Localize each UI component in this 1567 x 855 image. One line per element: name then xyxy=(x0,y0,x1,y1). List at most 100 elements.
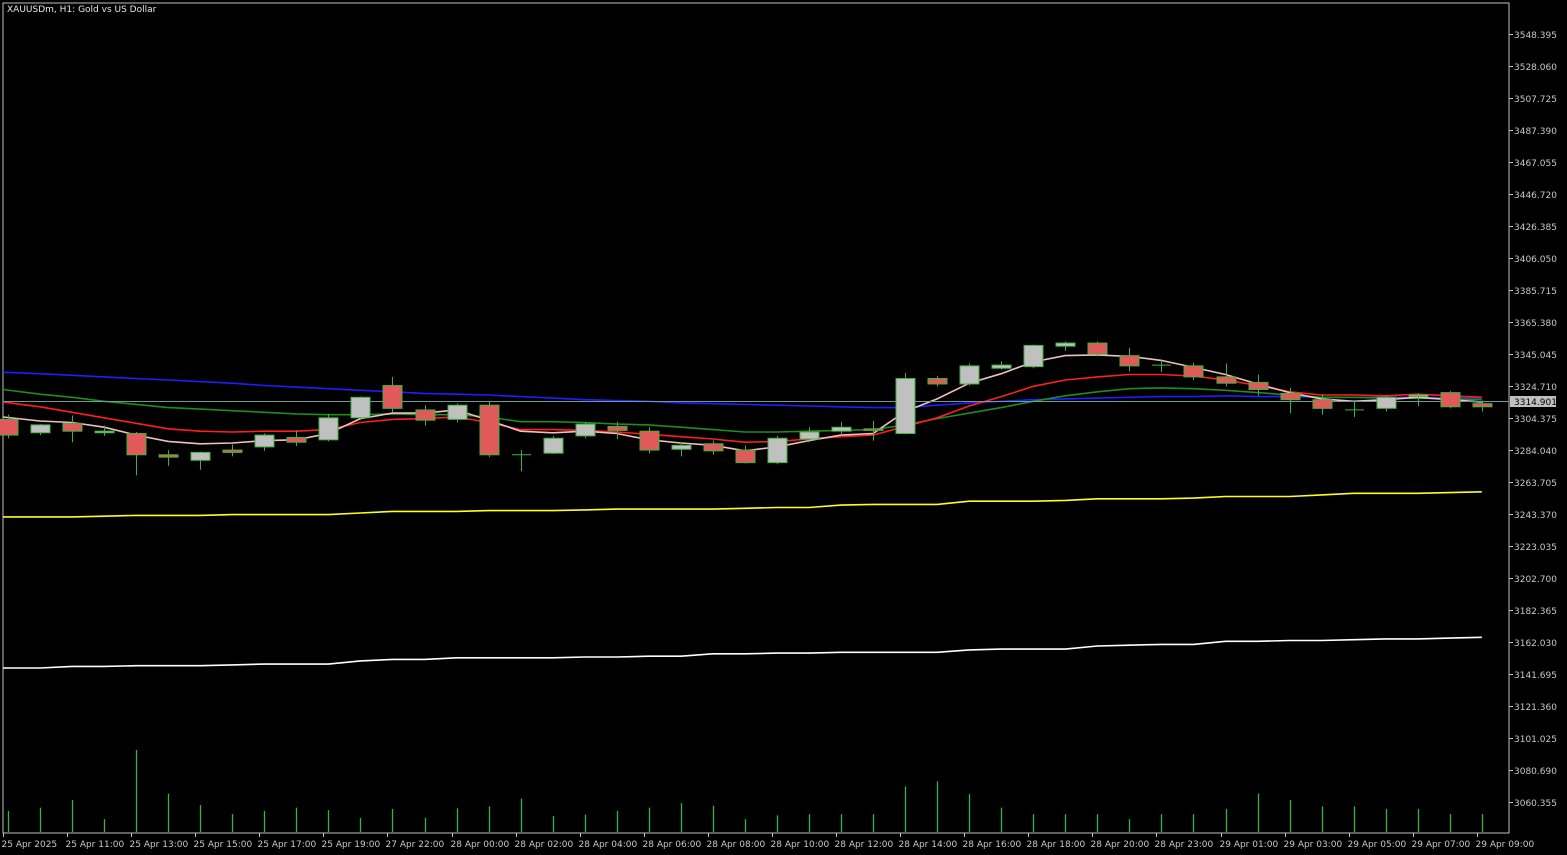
chart[interactable]: 3548.395 3528.060 3507.725 3487.390 3467.055… xyxy=(0,0,1567,855)
candle[interactable] xyxy=(126,431,147,476)
candle[interactable] xyxy=(382,376,403,413)
time-axis[interactable]: 25 Apr 2025 25 Apr 11:00 25 Apr 13:00 25 Ap… xyxy=(2,833,1535,850)
y-tick-label: 3101.025 xyxy=(1514,735,1557,745)
candle-body xyxy=(94,430,115,434)
candle-body xyxy=(959,365,980,385)
y-tick-label: 3243.370 xyxy=(1514,511,1557,521)
candle[interactable] xyxy=(415,405,436,426)
candle[interactable] xyxy=(94,425,115,436)
candle-body xyxy=(543,437,564,454)
x-tick-label: 28 Apr 18:00 xyxy=(1027,840,1086,850)
candle-body xyxy=(1408,394,1429,398)
x-tick-label: 28 Apr 00:00 xyxy=(451,840,510,850)
candle[interactable] xyxy=(575,421,596,439)
candle-body xyxy=(1087,342,1108,355)
candle[interactable] xyxy=(703,440,724,455)
current-price-box: 3314.901 xyxy=(1510,396,1557,408)
y-tick-label: 3284.040 xyxy=(1514,447,1557,457)
candle[interactable] xyxy=(927,376,948,387)
candle-body xyxy=(863,428,884,431)
candle[interactable] xyxy=(991,361,1012,370)
candle[interactable] xyxy=(1345,402,1364,418)
candle[interactable] xyxy=(1119,347,1140,372)
candle[interactable] xyxy=(222,444,243,457)
y-tick-label: 3263.705 xyxy=(1514,479,1557,489)
candle-body xyxy=(703,443,724,452)
x-tick-label: 28 Apr 14:00 xyxy=(899,840,958,850)
candle-body xyxy=(1312,399,1333,409)
candle-body xyxy=(126,433,147,456)
candle-body xyxy=(1055,342,1076,347)
candle[interactable] xyxy=(447,403,468,423)
candle-body xyxy=(1376,396,1397,409)
candle[interactable] xyxy=(1055,341,1076,351)
candle[interactable] xyxy=(1408,393,1429,407)
x-tick-label: 28 Apr 12:00 xyxy=(835,840,894,850)
candle[interactable] xyxy=(831,421,852,436)
candle[interactable] xyxy=(1440,391,1461,409)
candle[interactable] xyxy=(479,401,500,458)
y-tick-label: 3467.055 xyxy=(1514,159,1557,169)
candle-body xyxy=(671,444,692,450)
candle[interactable] xyxy=(1376,395,1397,412)
candle[interactable] xyxy=(30,424,51,436)
candle[interactable] xyxy=(895,372,916,435)
candle-body xyxy=(1248,381,1269,390)
candle[interactable] xyxy=(1087,341,1108,357)
candle-body xyxy=(222,449,243,453)
candle-body xyxy=(1472,403,1493,408)
candle[interactable] xyxy=(62,415,83,443)
candle-body xyxy=(991,364,1012,369)
timeframe-label: H1: xyxy=(60,5,76,15)
candle[interactable] xyxy=(543,435,564,454)
candle-body xyxy=(254,434,275,448)
candle[interactable] xyxy=(735,445,756,464)
y-tick-label: 3446.720 xyxy=(1514,191,1557,201)
y-tick-label: 3141.695 xyxy=(1514,671,1557,681)
ma-line-yellow xyxy=(3,491,1482,518)
candle[interactable] xyxy=(512,450,531,472)
candle[interactable] xyxy=(350,396,371,421)
x-tick-label: 29 Apr 01:00 xyxy=(1220,840,1279,850)
candle-body xyxy=(1440,392,1461,408)
chart-title: XAUUSDm, H1: Gold vs US Dollar xyxy=(7,5,157,15)
candle[interactable] xyxy=(1023,344,1044,369)
candle-body xyxy=(1216,376,1237,384)
y-tick-label: 3080.690 xyxy=(1514,767,1557,777)
candle-body xyxy=(767,437,788,464)
x-tick-label: 28 Apr 06:00 xyxy=(643,840,702,850)
candle[interactable] xyxy=(318,413,339,442)
candle-body xyxy=(799,431,820,440)
y-tick-label: 3162.030 xyxy=(1514,639,1557,649)
y-tick-label: 3385.715 xyxy=(1514,287,1557,297)
candle[interactable] xyxy=(639,427,660,454)
candle-body xyxy=(447,404,468,420)
candle[interactable] xyxy=(1216,363,1237,387)
y-tick-label: 3202.700 xyxy=(1514,575,1557,585)
candle[interactable] xyxy=(767,435,788,465)
candle-body xyxy=(318,417,339,441)
x-tick-label: 25 Apr 13:00 xyxy=(130,840,189,850)
candles[interactable] xyxy=(0,341,1493,476)
candle[interactable] xyxy=(286,430,307,447)
x-tick-label: 29 Apr 07:00 xyxy=(1412,840,1471,850)
y-tick-label: 3548.395 xyxy=(1514,31,1557,41)
candle[interactable] xyxy=(254,433,275,451)
x-tick-label: 28 Apr 16:00 xyxy=(963,840,1022,850)
price-axis[interactable]: 3548.395 3528.060 3507.725 3487.390 3467.055… xyxy=(1509,31,1557,809)
candle-body xyxy=(639,430,660,451)
y-tick-label: 3528.060 xyxy=(1514,63,1557,73)
y-tick-label: 3507.725 xyxy=(1514,95,1557,105)
candle[interactable] xyxy=(959,363,980,386)
candle[interactable] xyxy=(158,450,179,466)
x-tick-label: 25 Apr 15:00 xyxy=(194,840,253,850)
y-tick-label: 3406.050 xyxy=(1514,255,1557,265)
y-tick-label: 3426.385 xyxy=(1514,223,1557,233)
candle-body xyxy=(735,449,756,464)
candle[interactable] xyxy=(190,451,211,470)
y-tick-label: 3365.380 xyxy=(1514,319,1557,329)
candle-body xyxy=(350,396,371,419)
candle-body xyxy=(927,377,948,385)
y-tick-label: 3345.045 xyxy=(1514,351,1557,361)
candle[interactable] xyxy=(863,420,884,441)
